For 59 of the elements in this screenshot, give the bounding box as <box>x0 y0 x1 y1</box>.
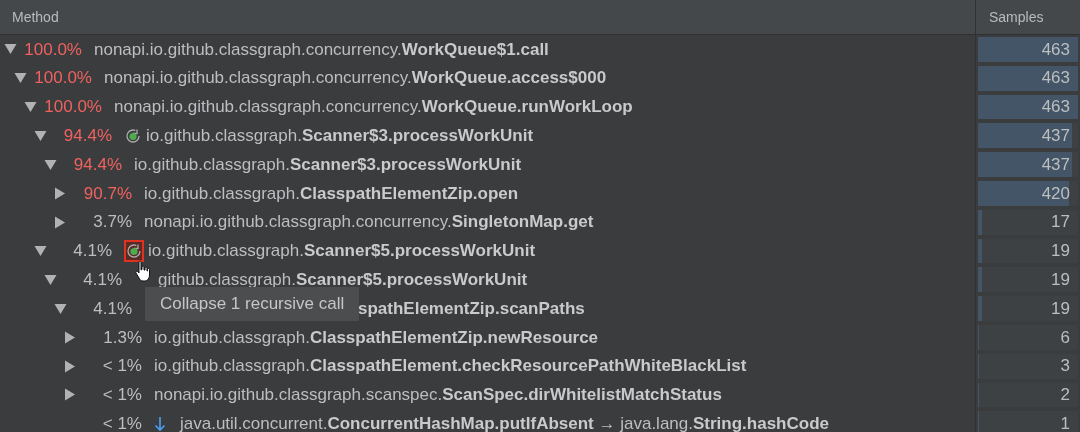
sample-count: 437 <box>1041 125 1070 148</box>
down-arrow-icon <box>154 414 168 432</box>
percent-text: 3.7% <box>92 211 132 234</box>
sample-count: 19 <box>1051 269 1070 291</box>
collapse-icon[interactable] <box>4 42 18 57</box>
collapse-icon[interactable] <box>24 100 38 114</box>
column-header[interactable]: Samples <box>975 0 1080 34</box>
expand-icon[interactable] <box>64 387 78 402</box>
percent-text: 100.0% <box>33 67 92 90</box>
percent-text: < 1% <box>101 413 142 432</box>
expand-icon[interactable] <box>54 186 68 201</box>
sample-count: 2 <box>1060 384 1070 407</box>
percent-text: 4.1% <box>92 297 132 320</box>
collapse-icon[interactable] <box>14 71 28 86</box>
collapse-icon[interactable] <box>34 243 48 258</box>
method-name: nonapi.io.github.classgraph.scanspec.ScanSpec.dirWhitelistMatchStatus <box>154 384 722 407</box>
collapse-icon[interactable] <box>54 301 68 316</box>
sample-count: 463 <box>1041 96 1070 119</box>
method-name: io.github.classgraph.Scanner$3.processWorkUnit <box>134 153 522 176</box>
percent-text: 4.1% <box>72 240 112 263</box>
method-name: nonapi.io.github.classgraph.concurrency.SingletonMap.get <box>144 211 594 234</box>
sample-count: 19 <box>1051 240 1070 263</box>
percent-text: 100.0% <box>23 38 82 61</box>
sample-count: 17 <box>1051 211 1070 234</box>
column-header[interactable]: Method <box>0 0 975 34</box>
collapse-icon[interactable] <box>34 128 48 143</box>
sample-count: 6 <box>1060 326 1070 349</box>
sample-count: 463 <box>1041 67 1070 90</box>
collapse-icon[interactable] <box>44 272 58 287</box>
percent-text: 1.3% <box>102 326 142 349</box>
sample-count: 463 <box>1041 38 1070 61</box>
method-name: spathElementZip.scanPaths <box>358 297 585 320</box>
method-name: io.github.classgraph.ClasspathElementZip.open <box>144 182 519 205</box>
method-name: nonapi.io.github.classgraph.concurrency.WorkQueue.access$000 <box>104 67 607 90</box>
percent-text: 94.4% <box>72 153 122 176</box>
method-name: io.github.classgraph.ClasspathElement.checkResourcePathWhiteBlackList <box>154 355 747 378</box>
percent-text: 90.7% <box>82 182 132 205</box>
expand-icon[interactable] <box>64 359 78 374</box>
recursion-icon[interactable] <box>124 239 144 262</box>
expand-icon[interactable] <box>64 330 78 345</box>
method-name: io.github.classgraph.Scanner$5.processWorkUnit <box>148 240 536 263</box>
tooltip: Collapse 1 recursive call <box>145 287 360 321</box>
collapse-icon[interactable] <box>44 157 58 172</box>
method-name: nonapi.io.github.classgraph.concurrency.WorkQueue$1.call <box>94 38 549 61</box>
sample-count: 1 <box>1060 413 1070 432</box>
method-name: io.github.classgraph.Scanner$3.processWorkUnit <box>146 125 534 148</box>
method-name: io.github.classgraph.ClasspathElementZip.newResource <box>154 326 599 349</box>
expand-icon[interactable] <box>54 215 68 230</box>
percent-text: < 1% <box>101 384 142 407</box>
sample-count: 3 <box>1060 355 1070 378</box>
percent-text: < 1% <box>101 355 142 378</box>
percent-text: 94.4% <box>62 125 112 148</box>
sample-count: 437 <box>1041 153 1070 176</box>
percent-text: 4.1% <box>82 269 122 291</box>
sample-count: 420 <box>1041 182 1070 205</box>
method-name: java.util.concurrent.ConcurrentHashMap.putIfAbsent → java.lang.String.hashCode <box>180 413 829 432</box>
method-name: nonapi.io.github.classgraph.concurrency.WorkQueue.runWorkLoop <box>114 96 633 119</box>
percent-text: 100.0% <box>43 96 102 119</box>
sample-count: 19 <box>1051 297 1070 320</box>
